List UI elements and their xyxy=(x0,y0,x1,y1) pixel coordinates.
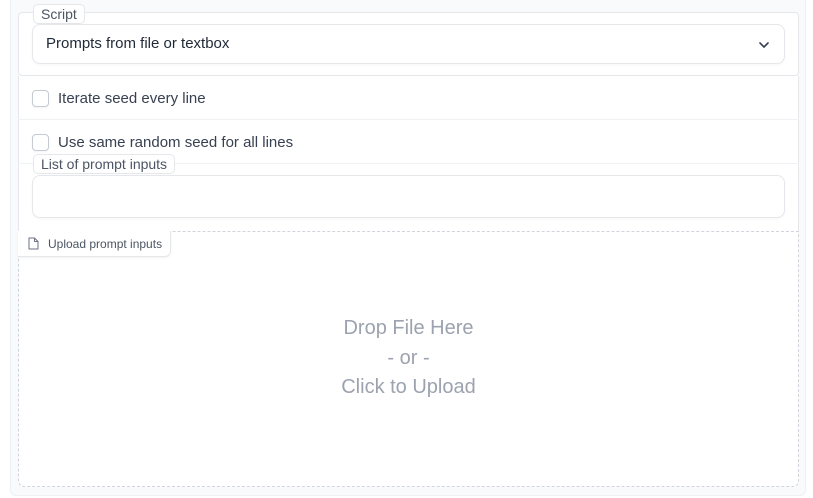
script-dropdown[interactable]: Prompts from file or textbox xyxy=(32,24,785,64)
iterate-seed-checkbox[interactable] xyxy=(32,89,49,107)
same-seed-label: Use same random seed for all lines xyxy=(58,133,294,151)
chevron-down-icon xyxy=(759,42,769,48)
prompt-list-input[interactable] xyxy=(32,175,785,218)
same-seed-checkbox[interactable] xyxy=(32,133,49,151)
same-seed-checkbox-row[interactable]: Use same random seed for all lines xyxy=(32,132,293,152)
iterate-seed-label: Iterate seed every line xyxy=(58,89,206,107)
drop-or-text: - or - xyxy=(387,346,430,369)
iterate-seed-checkbox-row[interactable]: Iterate seed every line xyxy=(32,88,206,108)
options-divider xyxy=(18,119,799,120)
prompt-list-label: List of prompt inputs xyxy=(33,154,176,174)
script-label: Script xyxy=(33,4,85,24)
upload-prompt-label: Upload prompt inputs xyxy=(18,231,172,257)
click-to-upload-text: Click to Upload xyxy=(341,376,476,398)
drop-file-text: Drop File Here xyxy=(343,317,474,339)
script-dropdown-value: Prompts from file or textbox xyxy=(46,35,230,52)
upload-prompt-label-text: Upload prompt inputs xyxy=(48,236,163,251)
file-icon xyxy=(28,237,39,250)
drop-zone-text[interactable]: Drop File Here - or - Click to Upload xyxy=(18,314,799,403)
